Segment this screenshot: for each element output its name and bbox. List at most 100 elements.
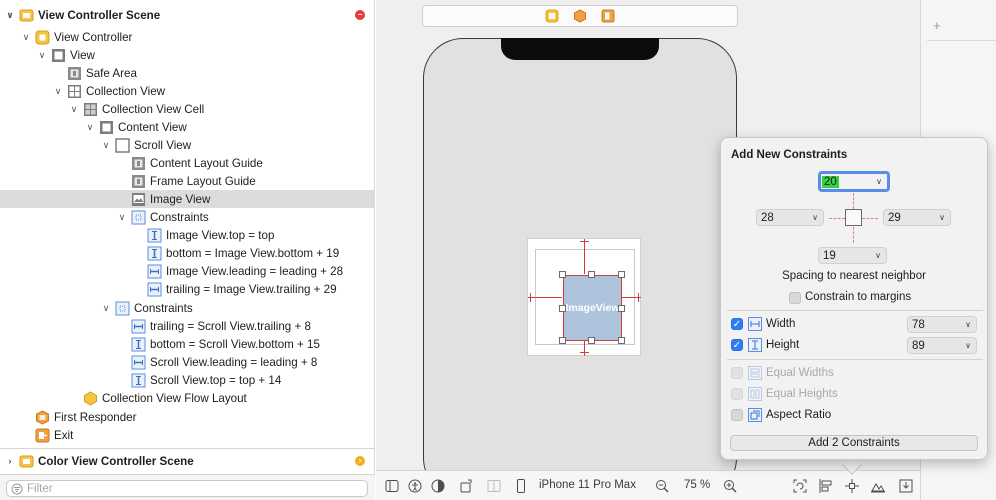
resize-handle[interactable] [559,271,566,278]
outline-item-constraint[interactable]: trailing = Image View.trailing + 29 [0,280,375,298]
zoom-in-icon[interactable] [722,478,738,494]
resize-handle[interactable] [588,271,595,278]
scene-title: Color View Controller Scene [38,454,194,468]
device-icon[interactable] [513,478,529,494]
constraint-line-top [584,239,585,274]
outline-item-label: Constraints [134,301,193,315]
scene-color-view-controller[interactable]: › Color View Controller Scene › [0,452,375,470]
bottom-pin-line[interactable] [853,227,854,243]
outline-item-view-controller[interactable]: ∨ View Controller [0,28,375,46]
first-responder-icon[interactable] [573,9,587,23]
zoom-out-icon[interactable] [654,478,670,494]
orientation-icon[interactable] [458,478,474,494]
scene-icon [19,8,34,23]
bottom-spacing-value: 19 [823,249,836,262]
disclosure-open-icon[interactable]: ∨ [84,122,96,133]
outline-item-constraint[interactable]: Image View.leading = leading + 28 [0,262,375,280]
embed-in-icon[interactable] [898,478,914,494]
outline-item-content-view[interactable]: ∨ Content View [0,118,375,136]
align-icon[interactable] [818,478,834,494]
right-spacing-select[interactable]: 29 ∨ [883,209,951,226]
outline-item-constraint[interactable]: bottom = Scroll View.bottom + 15 [0,335,375,353]
constrain-margins-checkbox[interactable] [789,292,801,304]
width-value-select[interactable]: 78 ∨ [907,316,977,333]
resize-handle[interactable] [618,271,625,278]
width-checkbox[interactable]: ✓ [731,318,743,330]
outline-item-constraint[interactable]: Image View.top = top [0,226,375,244]
outline-item-constraint[interactable]: bottom = Image View.bottom + 19 [0,244,375,262]
add-icon[interactable]: + [933,18,941,33]
scene-icon [19,454,34,469]
aspect-ratio-checkbox[interactable] [731,409,743,421]
outline-item-label: Scroll View.leading = leading + 8 [150,355,318,369]
disclosure-open-icon[interactable]: ∨ [116,212,128,223]
bottom-spacing-select[interactable]: 19 ∨ [818,247,887,264]
disclosure-open-icon[interactable]: ∨ [20,32,32,43]
accessibility-icon[interactable] [407,478,423,494]
add-constraints-button[interactable]: Add 2 Constraints [730,435,978,451]
right-pin-line[interactable] [862,218,878,219]
appearance-icon[interactable] [430,478,446,494]
outline-item-view[interactable]: ∨ View [0,46,375,64]
disclosure-open-icon[interactable]: ∨ [68,104,80,115]
disclosure-open-icon[interactable]: ∨ [4,10,16,21]
resize-handle[interactable] [618,337,625,344]
filter-input[interactable] [27,482,347,495]
toggle-outline-icon[interactable] [384,478,400,494]
constraint-horizontal-icon [147,282,162,297]
outline-item-label: Safe Area [86,66,137,80]
collection-view-cell[interactable]: ImageView [527,238,641,356]
disclosure-open-icon[interactable]: ∨ [36,50,48,61]
outline-item-safe-area[interactable]: Safe Area [0,64,375,82]
outline-item-exit[interactable]: Exit [0,426,375,444]
outline-item-label: Collection View Cell [102,102,205,116]
outline-item-constraints[interactable]: ∨ Constraints [0,208,375,226]
device-selector[interactable]: iPhone 11 Pro Max [539,479,636,491]
filter-field[interactable] [6,480,368,497]
resize-handle[interactable] [588,337,595,344]
chevron-down-icon: ∨ [965,320,971,329]
top-pin-line[interactable] [853,193,854,209]
outline-item-collection-view-cell[interactable]: ∨ Collection View Cell [0,100,375,118]
resize-handle[interactable] [559,305,566,312]
outline-item-label: Image View.top = top [166,228,275,242]
outline-item-constraint[interactable]: Scroll View.top = top + 14 [0,371,375,389]
exit-icon[interactable] [601,9,615,23]
top-spacing-select[interactable]: 20 ∨ [818,171,890,192]
add-constraints-icon[interactable] [844,478,860,494]
update-frames-icon[interactable] [792,478,808,494]
outline-item-collection-view[interactable]: ∨ Collection View [0,82,375,100]
warning-indicator-icon[interactable]: › [355,456,365,466]
constraint-horizontal-icon [131,355,146,370]
scroll-view-icon [115,137,130,153]
height-value-select[interactable]: 89 ∨ [907,337,977,354]
width-constraint-icon [748,317,762,331]
left-spacing-select[interactable]: 28 ∨ [756,209,824,226]
scene-view-controller[interactable]: ∨ View Controller Scene − [0,6,375,24]
outline-item-first-responder[interactable]: First Responder [0,408,375,426]
disclosure-closed-icon[interactable]: › [4,456,16,466]
image-view[interactable]: ImageView [563,275,622,341]
disclosure-open-icon[interactable]: ∨ [100,303,112,314]
resize-handle[interactable] [618,305,625,312]
outline-item-content-layout-guide[interactable]: Content Layout Guide [0,154,375,172]
width-label: Width [766,318,796,330]
outline-item-image-view[interactable]: Image View [0,190,375,208]
outline-item-label: Scroll View [134,138,192,152]
resize-handle[interactable] [559,337,566,344]
height-checkbox[interactable]: ✓ [731,339,743,351]
outline-item-constraints[interactable]: ∨ Constraints [0,299,375,317]
outline-item-scroll-view[interactable]: ∨ Scroll View [0,136,375,154]
outline-item-constraint[interactable]: Scroll View.leading = leading + 8 [0,353,375,371]
view-controller-icon [35,30,50,45]
resolve-issues-icon[interactable] [870,478,886,494]
disclosure-open-icon[interactable]: ∨ [100,140,112,151]
outline-item-constraint[interactable]: trailing = Scroll View.trailing + 8 [0,317,375,335]
error-indicator-icon[interactable]: − [355,10,365,20]
view-controller-icon[interactable] [545,9,559,23]
collection-view-icon [67,84,82,99]
left-pin-line[interactable] [829,218,845,219]
outline-item-frame-layout-guide[interactable]: Frame Layout Guide [0,172,375,190]
outline-item-flow-layout[interactable]: Collection View Flow Layout [0,389,375,407]
disclosure-open-icon[interactable]: ∨ [52,86,64,97]
